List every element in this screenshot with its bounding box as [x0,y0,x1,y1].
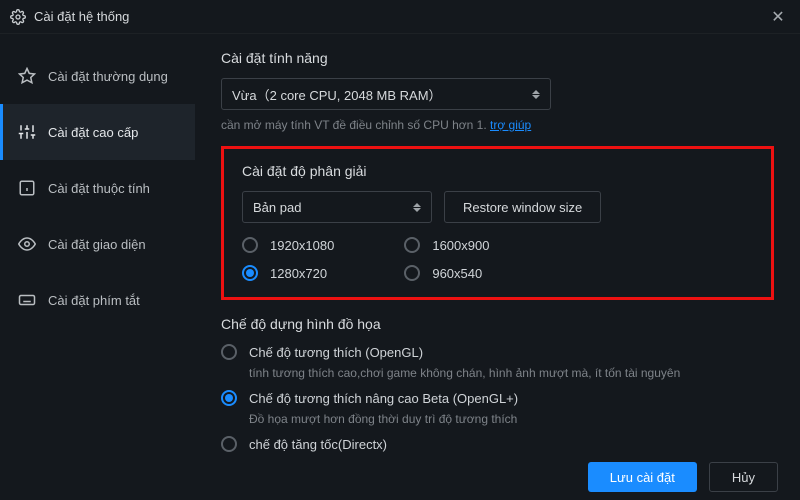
resolution-radio-960x540[interactable]: 960x540 [404,265,489,281]
resolution-radio-1600x900[interactable]: 1600x900 [404,237,489,253]
chevron-updown-icon [532,90,540,99]
sidebar-item-label: Cài đặt giao diện [48,237,146,252]
vt-hint: cần mở máy tính VT đề điều chỉnh số CPU … [221,118,774,132]
graphics-title: Chế độ dựng hình đồ họa [221,316,774,332]
sidebar-item-shortcuts[interactable]: Cài đặt phím tắt [0,272,195,328]
dropdown-value: Bản pad [253,200,301,215]
graphics-radio-opengl[interactable]: Chế độ tương thích (OpenGL) [221,344,774,360]
performance-dropdown[interactable]: Vừa（2 core CPU, 2048 MB RAM） [221,78,551,110]
sidebar-item-common[interactable]: Cài đặt thường dụng [0,48,195,104]
save-button[interactable]: Lưu cài đặt [588,462,697,492]
resolution-highlight-box: Cài đặt độ phân giải Bản pad Restore win… [221,146,774,300]
keyboard-icon [18,291,36,309]
chevron-updown-icon [413,203,421,212]
cancel-button[interactable]: Hủy [709,462,778,492]
star-icon [18,67,36,85]
gear-icon [10,9,26,25]
info-icon [18,179,36,197]
sidebar-item-label: Cài đặt cao cấp [48,125,138,140]
graphics-radio-directx[interactable]: chế độ tăng tốc(Directx) [221,436,774,452]
help-link[interactable]: trợ giúp [490,118,531,132]
sidebar-item-interface[interactable]: Cài đặt giao diện [0,216,195,272]
restore-window-button[interactable]: Restore window size [444,191,601,223]
resolution-radio-1280x720[interactable]: 1280x720 [242,265,334,281]
sidebar-item-label: Cài đặt thường dụng [48,69,168,84]
eye-icon [18,235,36,253]
sidebar-item-label: Cài đặt phím tắt [48,293,140,308]
radio-dot-icon [221,436,237,452]
sidebar-item-label: Cài đặt thuộc tính [48,181,150,196]
dropdown-value: Vừa（2 core CPU, 2048 MB RAM） [232,85,442,104]
radio-dot-icon [221,344,237,360]
graphics-radio-opengl-plus[interactable]: Chế độ tương thích nâng cao Beta (OpenGL… [221,390,774,406]
close-icon[interactable]: ✕ [766,5,790,29]
radio-dot-icon [221,390,237,406]
radio-dot-icon [404,265,420,281]
resolution-title: Cài đặt độ phân giải [242,163,753,179]
window-title: Cài đặt hệ thống [34,9,766,24]
sliders-icon [18,123,36,141]
radio-dot-icon [242,265,258,281]
graphics-desc: Đồ họa mượt hơn đồng thời duy trì độ tươ… [249,410,774,428]
sidebar: Cài đặt thường dụng Cài đặt cao cấp Cài … [0,34,195,454]
feature-title: Cài đặt tính năng [221,50,774,66]
resolution-mode-dropdown[interactable]: Bản pad [242,191,432,223]
resolution-radio-1920x1080[interactable]: 1920x1080 [242,237,334,253]
radio-dot-icon [242,237,258,253]
radio-dot-icon [404,237,420,253]
sidebar-item-advanced[interactable]: Cài đặt cao cấp [0,104,195,160]
graphics-desc: tính tương thích cao,chơi game không chá… [249,364,774,382]
sidebar-item-properties[interactable]: Cài đặt thuộc tính [0,160,195,216]
